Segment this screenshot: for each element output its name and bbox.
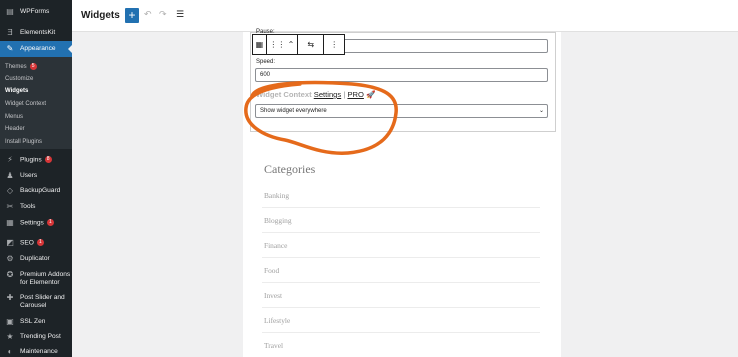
sidebar-item-appearance[interactable]: ✎ Appearance	[0, 41, 72, 57]
duplicator-icon: ⚙	[6, 254, 14, 263]
sidebar-item-backupguard[interactable]: ◇ BackupGuard	[0, 187, 72, 195]
submenu-item-themes[interactable]: Themes 5	[5, 63, 37, 70]
link-separator: |	[343, 90, 346, 99]
seo-badge: 1	[36, 239, 44, 246]
widget-context-title: Widget Context	[256, 90, 312, 99]
category-link[interactable]: Invest	[264, 291, 282, 300]
submenu-item-widgets[interactable]: Widgets	[5, 88, 28, 94]
category-link[interactable]: Blogging	[264, 216, 292, 225]
sidebar-item-duplicator[interactable]: ⚙ Duplicator	[0, 255, 72, 263]
divider	[262, 332, 540, 333]
pin-icon: ✚	[6, 293, 14, 302]
submenu-item-customize[interactable]: Customize	[5, 76, 33, 82]
drag-handle-icon[interactable]: ⋮⋮ ⌃	[267, 35, 297, 54]
editor-header: Widgets + ↶ ↷ ☰	[72, 0, 738, 32]
more-options-icon[interactable]: ⋮	[324, 35, 344, 54]
sidebar-item-plugins[interactable]: ⚡ Plugins 8	[0, 156, 72, 164]
settings-link[interactable]: Settings	[314, 90, 341, 99]
divider	[262, 207, 540, 208]
wrench-icon: ✂	[6, 202, 14, 211]
undo-icon[interactable]: ↶	[144, 9, 152, 20]
seo-icon: ◩	[6, 238, 14, 247]
sidebar-item-settings[interactable]: ▦ Settings 1	[0, 219, 72, 227]
settings-icon: ▦	[6, 218, 14, 227]
plug-icon: ⚡	[7, 155, 13, 164]
calendar-icon[interactable]: ▦	[253, 35, 267, 54]
category-link[interactable]: Lifestyle	[264, 316, 290, 325]
visibility-select[interactable]: Show widget everywhere ⌄	[255, 104, 548, 118]
add-block-button[interactable]: +	[125, 8, 139, 23]
sidebar-item-seo[interactable]: ◩ SEO 1	[0, 239, 72, 247]
sidebar-item-elementskit[interactable]: Ǝ ElementsKit	[0, 29, 72, 37]
addons-icon: ✪	[6, 270, 14, 279]
plugins-badge: 8	[44, 156, 52, 163]
category-link[interactable]: Food	[264, 266, 279, 275]
sidebar-item-premium-addons[interactable]: ✪ Premium Addons for Elementor	[0, 271, 72, 287]
submenu-item-install-plugins[interactable]: Install Plugins	[5, 139, 42, 145]
rocket-icon: 🚀	[366, 90, 376, 99]
sidebar-item-tools[interactable]: ✂ Tools	[0, 203, 72, 211]
maintenance-icon: ◐	[7, 347, 13, 356]
page-title: Widgets	[81, 10, 120, 21]
active-indicator	[68, 45, 72, 53]
themes-badge: 5	[29, 63, 37, 70]
block-toolbar: ▦ ⋮⋮ ⌃ ⇆ ⋮	[252, 34, 345, 55]
submenu-item-widget-context[interactable]: Widget Context	[5, 101, 46, 107]
sidebar-item-wpforms[interactable]: ▤ WPForms	[0, 8, 72, 16]
sidebar-item-trending-post[interactable]: ★ Trending Post	[0, 333, 72, 341]
shield-icon: ◇	[6, 186, 14, 195]
star-icon: ★	[6, 332, 14, 341]
divider	[262, 282, 540, 283]
sidebar-item-post-slider[interactable]: ✚ Post Slider and Carousel	[0, 294, 72, 310]
sidebar-item-users[interactable]: ♟ Users	[0, 172, 72, 180]
divider	[262, 232, 540, 233]
admin-sidebar: ▤ WPForms Ǝ ElementsKit ✎ Appearance The…	[0, 0, 72, 357]
form-icon: ▤	[6, 7, 14, 16]
settings-badge: 1	[46, 219, 54, 226]
redo-icon[interactable]: ↷	[159, 9, 167, 20]
paintbrush-icon: ✎	[6, 44, 14, 53]
sidebar-item-ssl-zen[interactable]: ▣ SSL Zen	[0, 318, 72, 326]
speed-label: Speed:	[256, 59, 276, 65]
divider	[262, 257, 540, 258]
users-icon: ♟	[6, 171, 14, 180]
pro-link[interactable]: PRO	[347, 90, 363, 99]
submenu-item-menus[interactable]: Menus	[5, 114, 23, 120]
categories-heading: Categories	[264, 162, 316, 176]
speed-input[interactable]: 600	[255, 68, 548, 82]
sidebar-item-maintenance[interactable]: ◐ Maintenance	[0, 348, 72, 356]
list-view-icon[interactable]: ☰	[176, 9, 184, 20]
elementskit-icon: Ǝ	[7, 28, 13, 37]
chevron-down-icon: ⌄	[538, 108, 544, 114]
submenu-item-header[interactable]: Header	[5, 126, 25, 132]
transform-icon[interactable]: ⇆	[298, 35, 325, 54]
appearance-submenu: Themes 5 Customize Widgets Widget Context…	[0, 57, 72, 149]
category-link[interactable]: Travel	[264, 341, 283, 350]
divider	[262, 307, 540, 308]
category-link[interactable]: Finance	[264, 241, 287, 250]
ssl-icon: ▣	[6, 317, 14, 326]
widget-context-row: Widget Context Settings | PRO 🚀	[256, 90, 376, 99]
category-link[interactable]: Banking	[264, 191, 289, 200]
